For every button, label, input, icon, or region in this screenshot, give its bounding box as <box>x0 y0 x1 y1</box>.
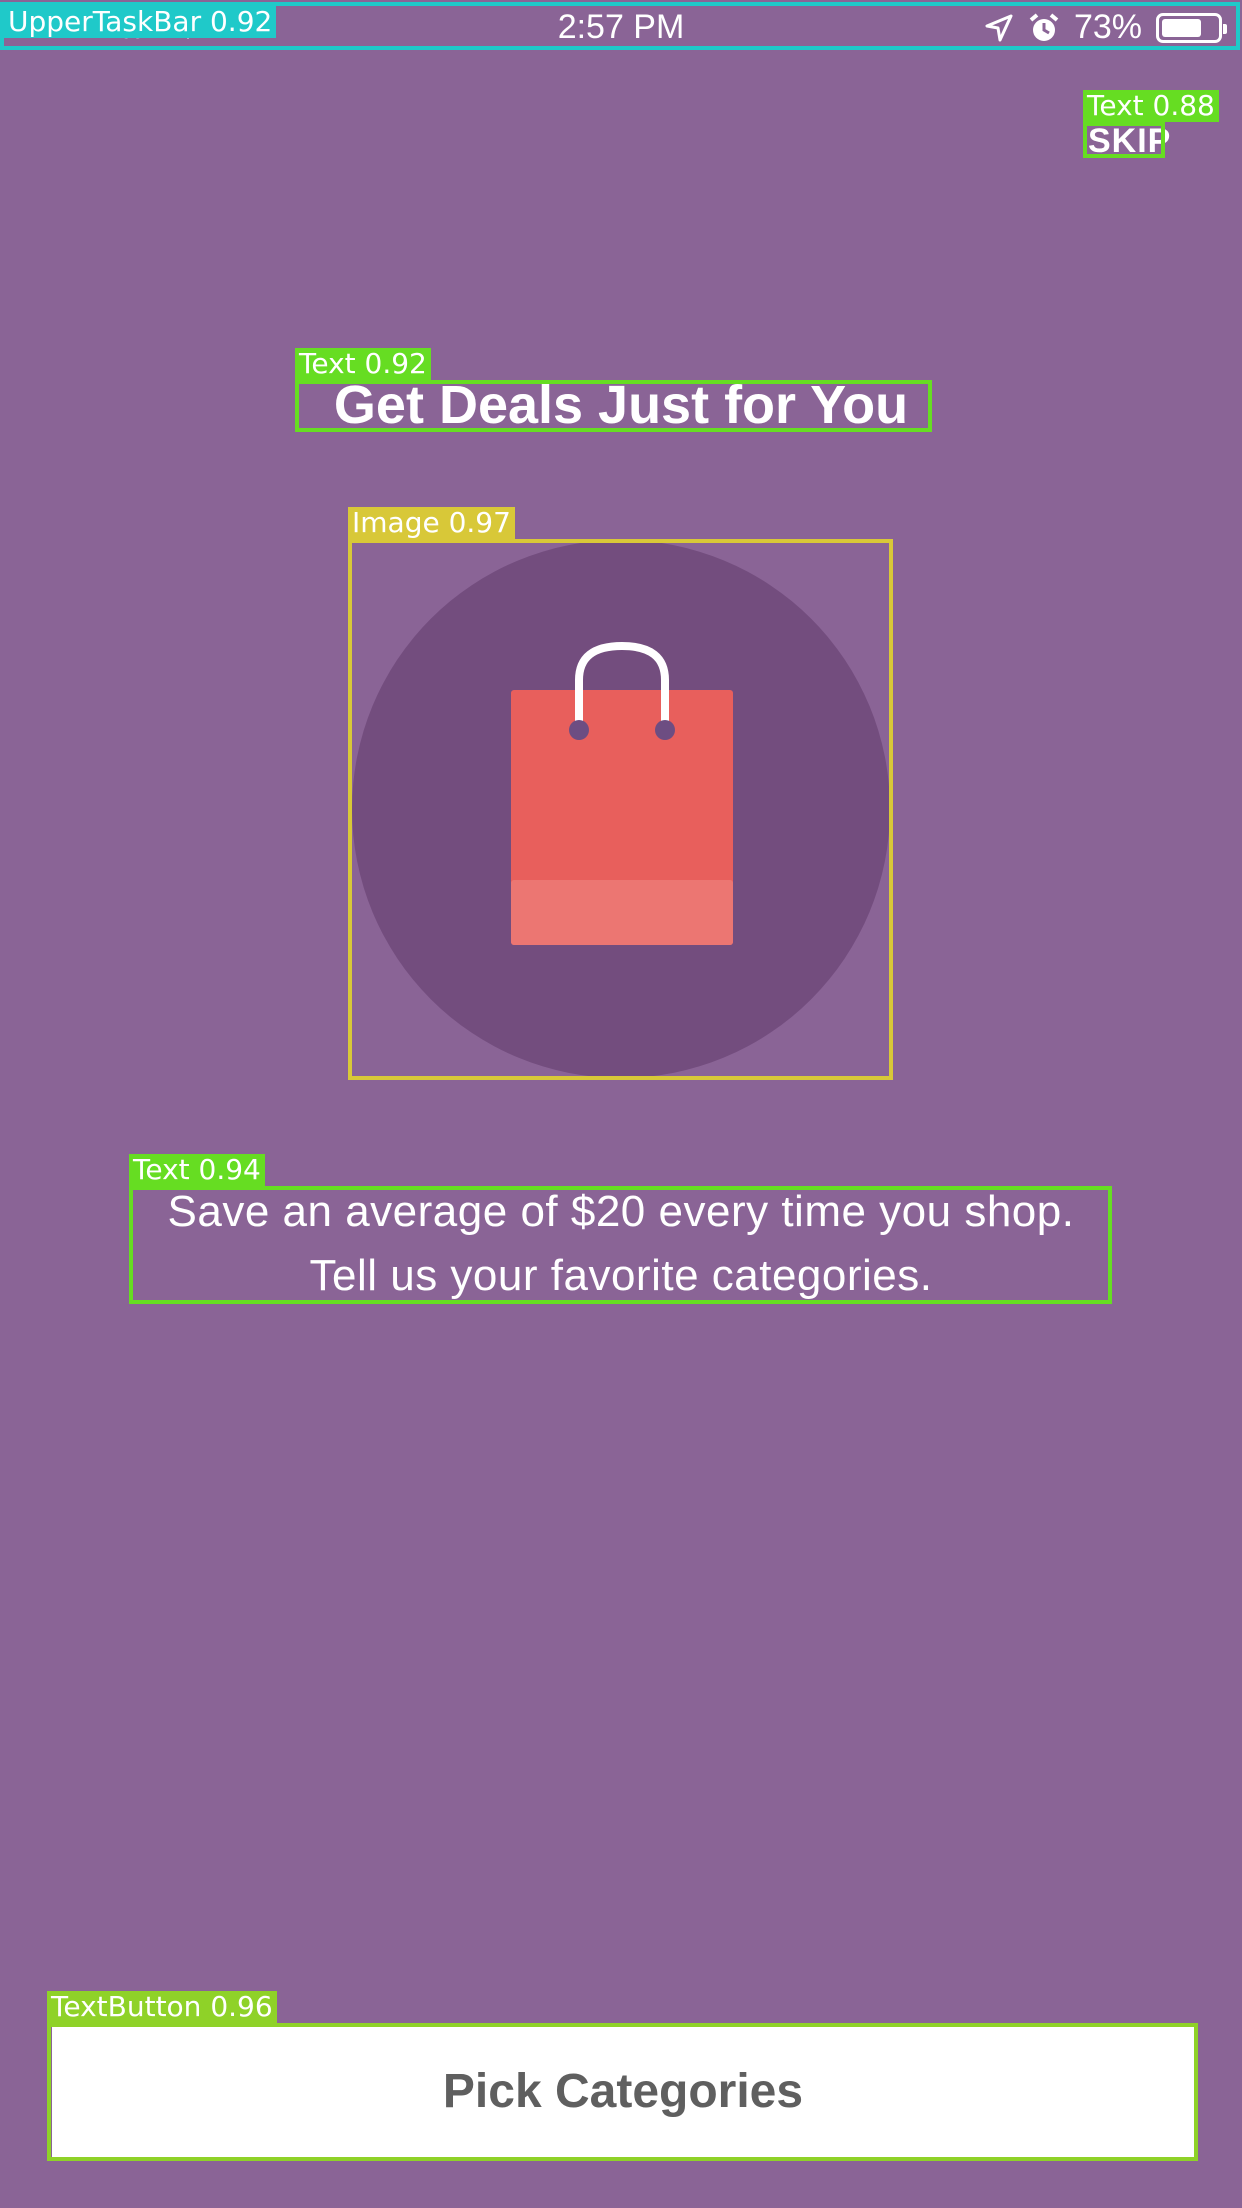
description-line-1: Save an average of $20 every time you sh… <box>167 1187 1075 1236</box>
location-arrow-icon <box>985 14 1013 41</box>
battery-icon <box>1156 12 1227 43</box>
description-text: Save an average of $20 every time you sh… <box>0 1180 1242 1308</box>
hero-illustration <box>352 540 890 1078</box>
battery-percent: 73% <box>1073 8 1142 46</box>
shopping-bag-icon <box>511 641 733 945</box>
battery-level-fill <box>1162 18 1202 37</box>
page-title: Get Deals Just for You <box>333 375 909 435</box>
annotation-label: Text 0.88 <box>1083 90 1219 122</box>
pick-categories-button[interactable]: Pick Categories <box>52 2027 1194 2157</box>
annotation-label: Image 0.97 <box>348 507 515 539</box>
status-bar: AT&T 2:57 PM 73% <box>0 0 1242 50</box>
status-right: 73% <box>984 8 1227 47</box>
description-line-2: Tell us your favorite categories. <box>309 1251 933 1300</box>
annotation-label: TextButton 0.96 <box>47 1991 277 2023</box>
skip-button[interactable]: SKIP <box>1088 122 1171 161</box>
alarm-icon <box>1029 12 1059 41</box>
